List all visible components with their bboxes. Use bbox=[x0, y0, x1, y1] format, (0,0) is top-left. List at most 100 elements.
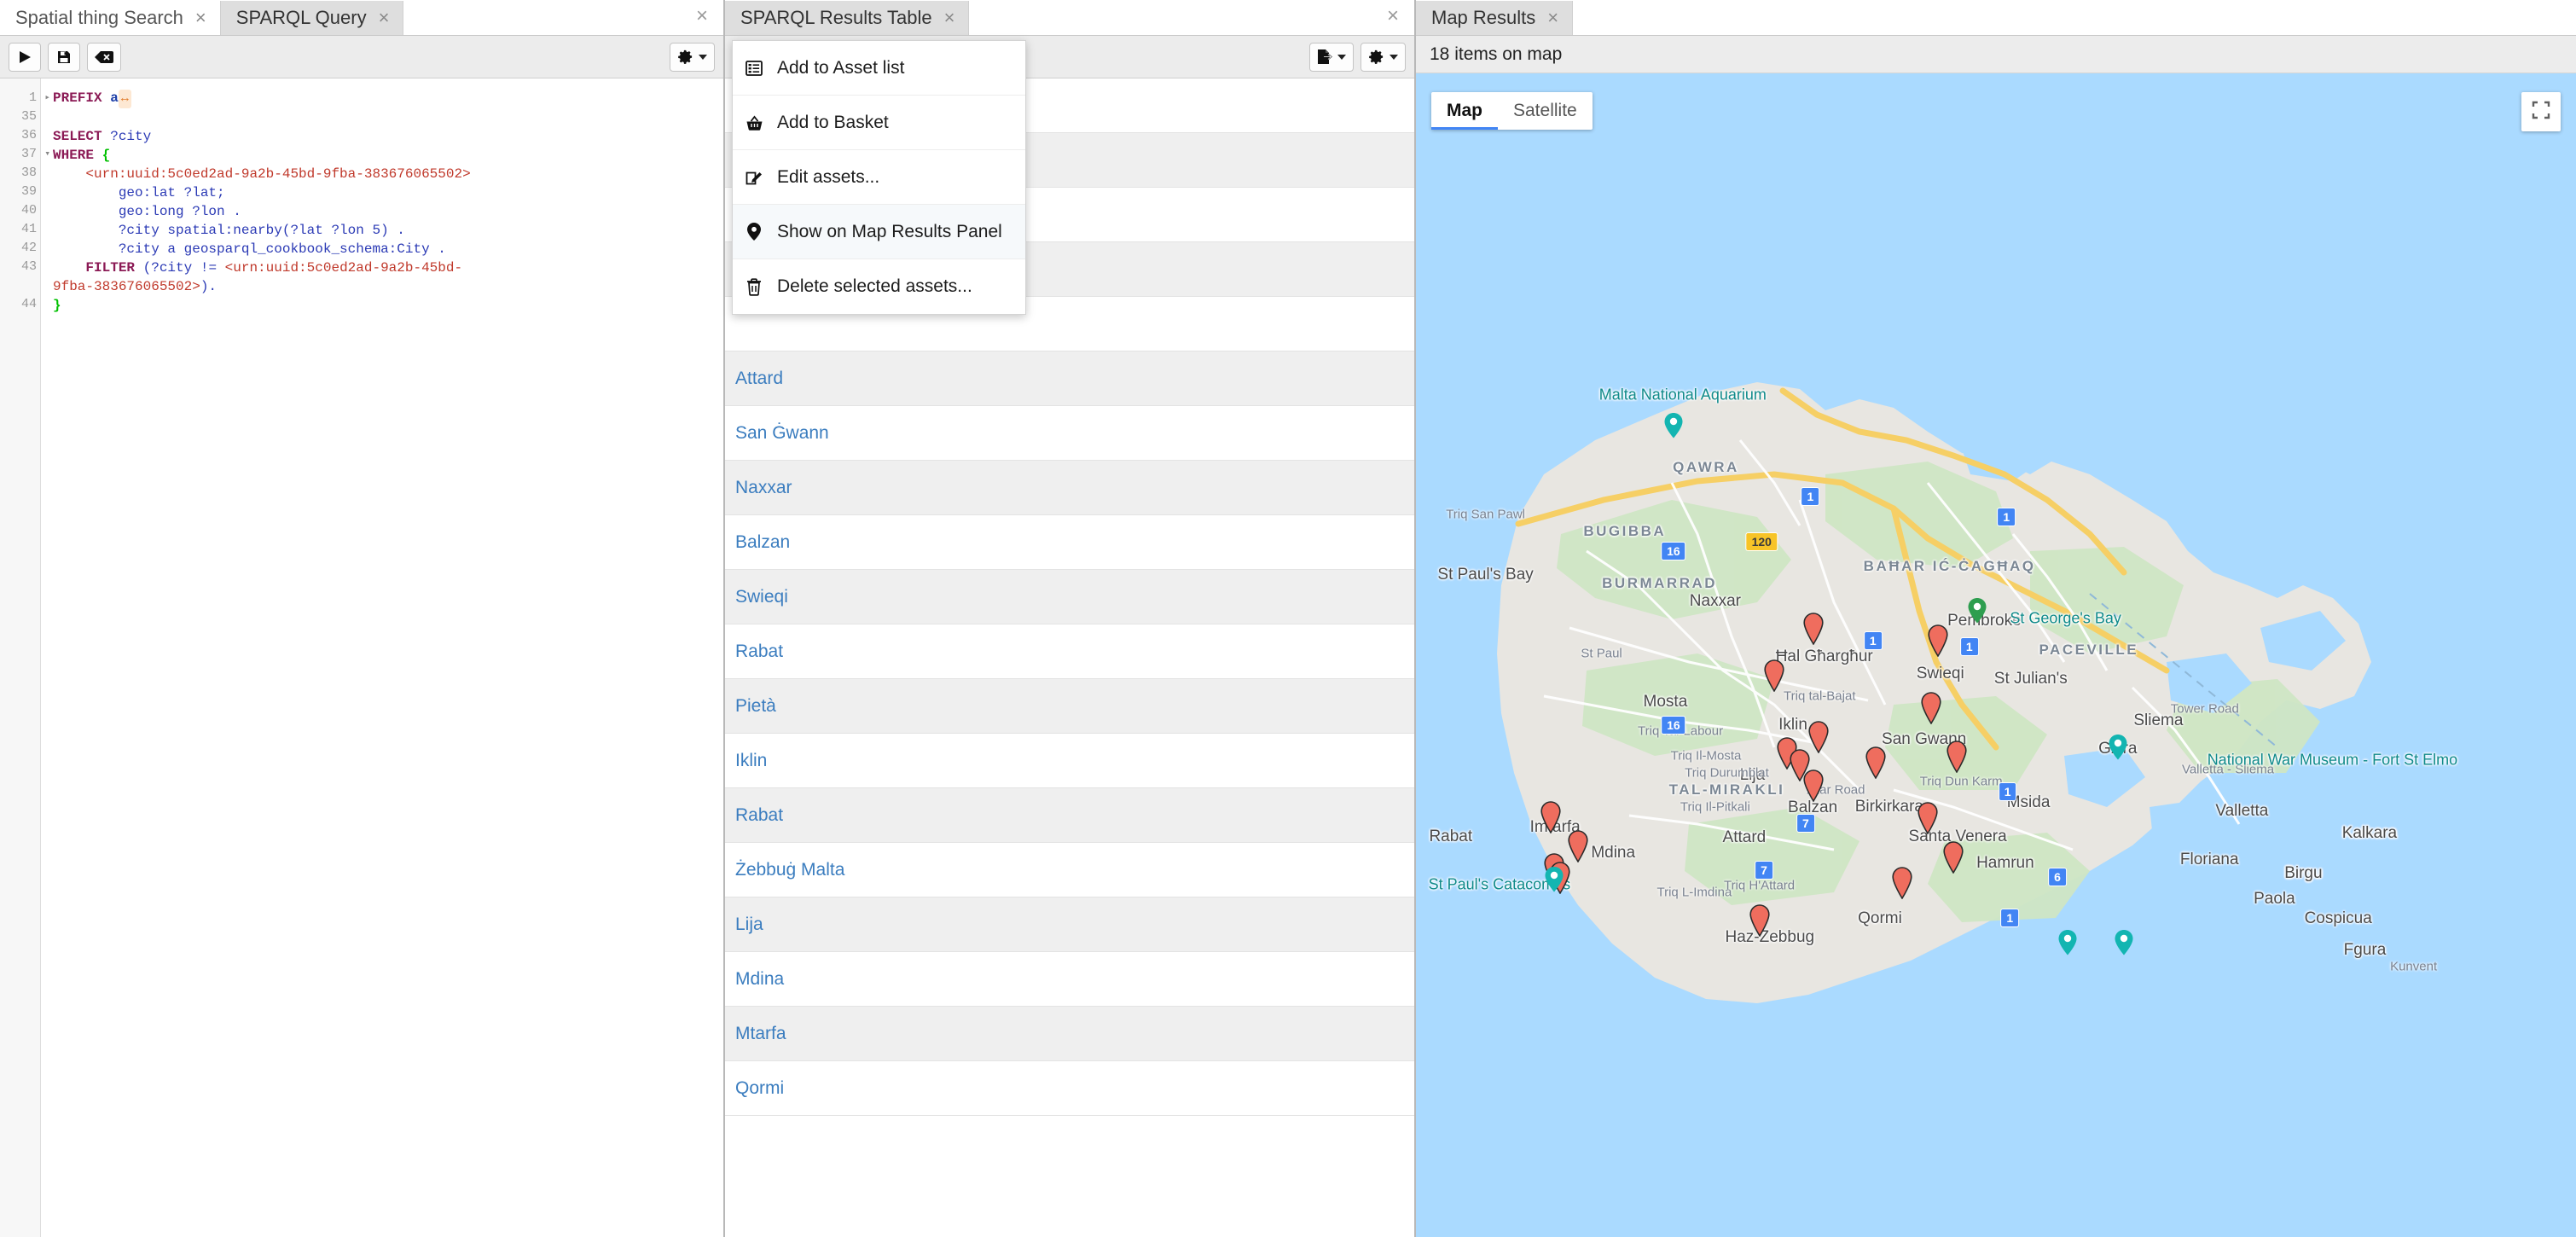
city-cell[interactable]: Balzan bbox=[735, 532, 790, 553]
menu-item-add-to-basket[interactable]: Add to Basket bbox=[733, 96, 1025, 150]
fullscreen-toggle-button[interactable] bbox=[2521, 92, 2561, 131]
menu-item-delete-selected-assets[interactable]: Delete selected assets... bbox=[733, 259, 1025, 314]
tab-label: SPARQL Results Table bbox=[740, 7, 932, 29]
table-row[interactable]: Attard bbox=[725, 351, 1414, 406]
city-cell[interactable]: Qormi bbox=[735, 1078, 784, 1099]
table-row[interactable]: Iklin bbox=[725, 734, 1414, 788]
city-cell[interactable]: Rabat bbox=[735, 642, 783, 662]
city-cell[interactable]: Naxxar bbox=[735, 478, 792, 498]
close-icon[interactable]: × bbox=[1547, 9, 1558, 27]
table-row[interactable]: San Ġwann bbox=[725, 406, 1414, 461]
editor-line bbox=[53, 108, 723, 127]
map-marker-pin[interactable] bbox=[1802, 769, 1825, 802]
tab-spatial-thing-search[interactable]: Spatial thing Search × bbox=[0, 1, 221, 35]
city-cell[interactable]: Lija bbox=[735, 915, 763, 935]
road-shield: 1 bbox=[1960, 637, 1979, 656]
map-marker-pin[interactable] bbox=[1917, 802, 1939, 834]
map-poi-pin[interactable] bbox=[2115, 930, 2133, 955]
map-marker-pin[interactable] bbox=[1942, 841, 1964, 874]
map-overlay-layer[interactable]: Malta National AquariumQAWRABUGIBBATriq … bbox=[1416, 73, 2576, 1237]
editor-line-number: 43 bbox=[0, 258, 40, 276]
code-token: ). bbox=[200, 279, 217, 294]
city-cell[interactable]: Iklin bbox=[735, 751, 767, 771]
close-icon[interactable]: × bbox=[195, 9, 206, 27]
table-row[interactable]: Rabat bbox=[725, 624, 1414, 679]
sparql-code-editor[interactable]: 1▸353637▾38394041424344 PREFIX a↔ SELECT… bbox=[0, 78, 723, 1237]
map-marker-pin[interactable] bbox=[1749, 904, 1771, 937]
table-row[interactable]: Rabat bbox=[725, 788, 1414, 843]
city-cell[interactable]: Pietà bbox=[735, 696, 776, 717]
table-row[interactable]: Lija bbox=[725, 897, 1414, 952]
city-cell[interactable]: Rabat bbox=[735, 805, 783, 826]
menu-item-show-on-map-results-panel[interactable]: Show on Map Results Panel bbox=[733, 205, 1025, 259]
table-row[interactable]: Naxxar bbox=[725, 461, 1414, 515]
fold-toggle-icon[interactable]: ▾ bbox=[40, 145, 50, 164]
menu-item-add-to-asset-list[interactable]: Add to Asset list bbox=[733, 41, 1025, 96]
road-shield: 1 bbox=[1864, 631, 1883, 650]
map-marker-pin[interactable] bbox=[1763, 659, 1785, 692]
close-icon[interactable]: × bbox=[379, 9, 390, 27]
city-cell[interactable]: Swieqi bbox=[735, 587, 788, 607]
menu-item-edit-assets[interactable]: Edit assets... bbox=[733, 150, 1025, 205]
export-results-button[interactable] bbox=[1309, 43, 1354, 72]
city-cell[interactable]: Attard bbox=[735, 369, 783, 389]
chevron-down-icon bbox=[1337, 55, 1346, 60]
results-settings-button[interactable] bbox=[1361, 43, 1406, 72]
map-marker-pin[interactable] bbox=[1543, 853, 1565, 886]
editor-code-content[interactable]: PREFIX a↔ SELECT ?cityWHERE { <urn:uuid:… bbox=[41, 78, 723, 1237]
results-actions-dropdown[interactable]: Add to Asset list Add to BasketEdit asset… bbox=[732, 40, 1026, 315]
map-type-map[interactable]: Map bbox=[1431, 92, 1498, 130]
map-marker-pin[interactable] bbox=[1807, 721, 1830, 753]
map-poi-pin[interactable] bbox=[2109, 735, 2127, 760]
map-marker-pin[interactable] bbox=[1927, 624, 1949, 657]
query-settings-button[interactable] bbox=[670, 43, 715, 72]
fold-toggle-icon[interactable]: ▸ bbox=[40, 89, 50, 107]
map-marker-pin[interactable] bbox=[1891, 867, 1913, 899]
table-row[interactable]: Żebbuġ Malta bbox=[725, 843, 1414, 897]
map-marker-pin[interactable] bbox=[1776, 737, 1798, 769]
table-row[interactable]: Qormi bbox=[725, 1061, 1414, 1116]
menu-item-label: Add to Asset list bbox=[777, 58, 904, 78]
map-viewport[interactable]: Malta National AquariumQAWRABUGIBBATriq … bbox=[1416, 73, 2576, 1237]
panel-close-icon[interactable]: × bbox=[1372, 6, 1414, 26]
map-marker-pin[interactable] bbox=[1920, 692, 1942, 724]
edit-icon bbox=[745, 169, 763, 186]
tabbar-spacer bbox=[1573, 1, 2576, 35]
close-icon[interactable]: × bbox=[944, 9, 955, 27]
map-marker-pin[interactable] bbox=[1567, 830, 1589, 862]
editor-line: } bbox=[53, 296, 723, 315]
editor-line-number: 38 bbox=[0, 164, 40, 183]
run-query-button[interactable] bbox=[9, 43, 41, 72]
table-row[interactable]: Balzan bbox=[725, 515, 1414, 570]
tab-sparql-results-table[interactable]: SPARQL Results Table × bbox=[725, 1, 969, 35]
tab-map-results[interactable]: Map Results × bbox=[1416, 1, 1573, 35]
city-cell[interactable]: Mtarfa bbox=[735, 1024, 786, 1044]
table-row[interactable]: Mtarfa bbox=[725, 1007, 1414, 1061]
map-poi-pin[interactable] bbox=[1545, 867, 1564, 892]
map-type-satellite[interactable]: Satellite bbox=[1498, 92, 1593, 130]
table-row[interactable]: Mdina bbox=[725, 952, 1414, 1007]
map-label: Triq Dun Karm bbox=[1920, 774, 2003, 788]
map-poi-pin[interactable] bbox=[1664, 413, 1683, 438]
table-row[interactable]: Swieqi bbox=[725, 570, 1414, 624]
map-marker-pin[interactable] bbox=[1549, 862, 1571, 894]
map-marker-pin[interactable] bbox=[1865, 746, 1887, 779]
panel-close-icon[interactable]: × bbox=[681, 6, 723, 26]
map-marker-pin[interactable] bbox=[1540, 801, 1562, 833]
map-poi-pin[interactable] bbox=[1968, 598, 1987, 624]
clear-query-button[interactable] bbox=[87, 43, 121, 72]
map-label: Floriana bbox=[2180, 851, 2239, 869]
map-marker-pin[interactable] bbox=[1789, 749, 1811, 781]
city-cell[interactable]: Mdina bbox=[735, 969, 784, 990]
map-label: Birgu bbox=[2284, 864, 2322, 883]
map-poi-pin[interactable] bbox=[2058, 930, 2077, 955]
map-marker-pin[interactable] bbox=[1946, 740, 1968, 773]
left-panel-tabbar: Spatial thing Search × SPARQL Query × × bbox=[0, 0, 723, 36]
map-marker-pin[interactable] bbox=[1802, 613, 1825, 645]
save-query-button[interactable] bbox=[48, 43, 80, 72]
table-row[interactable]: Pietà bbox=[725, 679, 1414, 734]
city-cell[interactable]: Żebbuġ Malta bbox=[735, 860, 844, 880]
city-cell[interactable]: San Ġwann bbox=[735, 423, 829, 444]
map-type-switcher[interactable]: MapSatellite bbox=[1431, 92, 1593, 130]
tab-sparql-query[interactable]: SPARQL Query × bbox=[221, 1, 404, 35]
